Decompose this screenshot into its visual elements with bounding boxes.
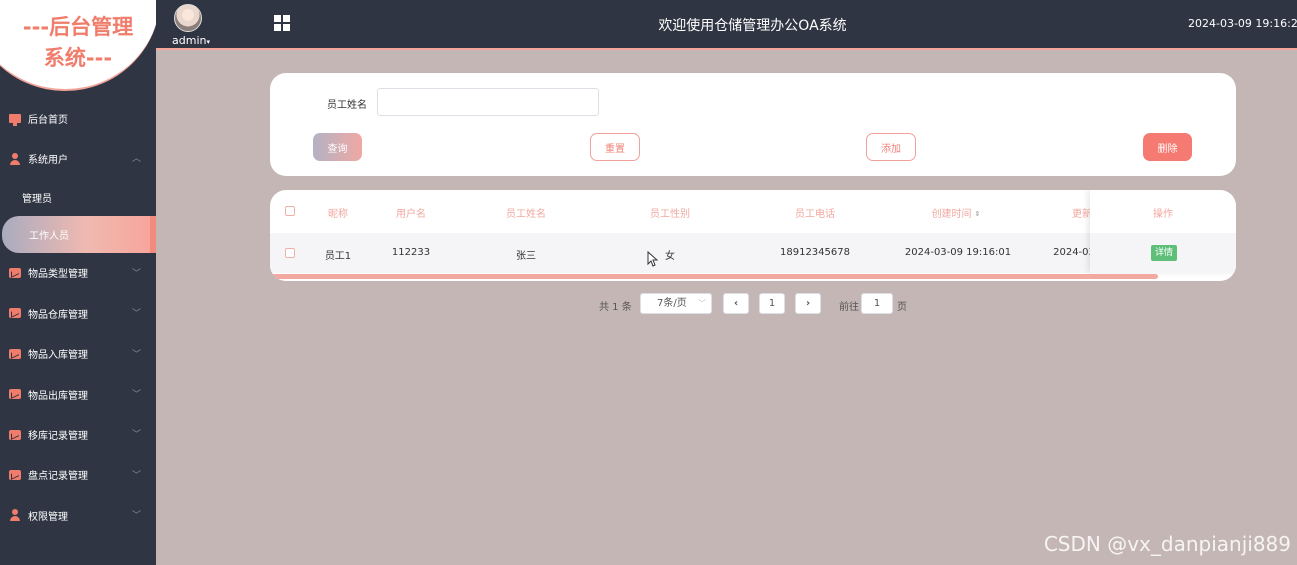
page-number[interactable]: 1	[759, 293, 785, 314]
pagination-total: 共 1 条	[599, 302, 632, 313]
column-header: 操作	[1153, 209, 1173, 220]
sidebar-menu: 后台首页 系统用户 ︿ 管理员 工作人员 物品类型管理 ﹀ 物品仓库管理 ﹀ 物…	[0, 98, 156, 536]
sidebar-item-home[interactable]: 后台首页	[0, 98, 156, 138]
top-header: admin▾ 欢迎使用仓储管理办公OA系统 2024-03-09 19:16:2…	[156, 0, 1297, 50]
chart-icon	[9, 469, 21, 480]
sidebar-subitem-label: 管理员	[22, 193, 52, 205]
cell-updated: 2024-03	[1053, 247, 1095, 258]
sidebar-item-system-users[interactable]: 系统用户 ︿	[0, 138, 156, 178]
chevron-up-icon: ︿	[131, 154, 141, 165]
add-button[interactable]: 添加	[866, 133, 916, 161]
actions-column: 操作 详情	[1090, 190, 1236, 273]
sidebar-subitem-staff[interactable]: 工作人员	[2, 215, 156, 253]
sidebar-item-transfers[interactable]: 移库记录管理 ﹀	[0, 414, 156, 454]
column-header: 更新	[1072, 209, 1092, 220]
column-header: 用户名	[396, 209, 426, 220]
chevron-right-icon: ›	[805, 298, 811, 309]
reset-button[interactable]: 重置	[590, 133, 640, 161]
sidebar-item-label: 后台首页	[28, 114, 68, 126]
chart-icon	[9, 348, 21, 359]
chevron-down-icon: ﹀	[131, 309, 141, 320]
user-icon	[9, 152, 21, 165]
chart-icon	[9, 308, 21, 319]
cell-name: 张三	[516, 251, 536, 262]
horizontal-scrollbar[interactable]	[270, 274, 1158, 279]
data-table: 昵称 用户名 员工姓名 员工性别 员工电话 创建时间 ⇕ 更新 员工1 11223…	[270, 190, 1236, 281]
chevron-left-icon: ‹	[733, 298, 739, 309]
chart-icon	[9, 267, 21, 278]
logo-text: ---后台管理 系统---	[0, 12, 156, 74]
sidebar-item-label: 盘点记录管理	[28, 471, 88, 483]
sidebar-item-label: 权限管理	[28, 511, 68, 523]
page-size-value: 7条/页	[657, 298, 687, 309]
chevron-down-icon: ﹀	[131, 470, 141, 481]
chevron-down-icon: ﹀	[131, 268, 141, 279]
caret-down-icon: ▾	[206, 38, 210, 46]
sidebar-item-label: 物品类型管理	[28, 269, 88, 281]
goto-label: 前往	[839, 302, 859, 313]
sidebar-item-permissions[interactable]: 权限管理 ﹀	[0, 495, 156, 535]
sidebar-item-inventory-checks[interactable]: 盘点记录管理 ﹀	[0, 455, 156, 495]
logo: ---后台管理 系统---	[0, 0, 156, 92]
chart-icon	[9, 389, 21, 400]
column-header-sortable[interactable]: 创建时间 ⇕	[932, 205, 981, 220]
sidebar: ---后台管理 系统--- 后台首页 系统用户 ︿ 管理员 工作人员 物品类型管…	[0, 0, 156, 565]
sidebar-item-outbound[interactable]: 物品出库管理 ﹀	[0, 374, 156, 414]
column-header: 员工姓名	[506, 209, 546, 220]
cell-nickname: 员工1	[324, 251, 352, 262]
chevron-down-icon: ﹀	[131, 511, 141, 522]
employee-name-input[interactable]	[377, 88, 599, 116]
sidebar-item-inbound[interactable]: 物品入库管理 ﹀	[0, 334, 156, 374]
prev-page-button[interactable]: ‹	[723, 293, 749, 314]
goto-page-input[interactable]: 1	[861, 293, 893, 314]
column-header: 昵称	[328, 209, 348, 220]
page-title: 欢迎使用仓储管理办公OA系统	[658, 18, 847, 34]
sidebar-subitem-label: 工作人员	[29, 230, 69, 242]
page-size-select[interactable]: 7条/页 ﹀	[640, 293, 712, 314]
column-header: 员工性别	[650, 209, 690, 220]
select-all-checkbox[interactable]	[285, 206, 295, 216]
column-header-label: 创建时间	[931, 209, 972, 220]
detail-button[interactable]: 详情	[1151, 245, 1178, 261]
sidebar-item-label: 物品出库管理	[28, 390, 88, 402]
cell-username: 112233	[391, 247, 431, 258]
sidebar-item-label: 物品入库管理	[28, 350, 88, 362]
datetime: 2024-03-09 19:16:26	[1188, 17, 1297, 30]
sidebar-item-label: 系统用户	[28, 155, 68, 167]
search-label: 员工姓名	[327, 100, 367, 111]
user-menu[interactable]: admin▾	[172, 34, 210, 47]
row-checkbox[interactable]	[285, 248, 295, 258]
user-icon	[9, 509, 21, 522]
username: admin	[172, 34, 207, 47]
logo-line-2: 系统---	[43, 46, 113, 70]
sidebar-item-label: 移库记录管理	[28, 431, 88, 443]
chevron-down-icon: ﹀	[698, 299, 706, 308]
search-panel: 员工姓名 查询 重置 添加 删除	[270, 73, 1236, 176]
chevron-down-icon: ﹀	[131, 389, 141, 400]
column-header: 员工电话	[795, 209, 835, 220]
cell-phone: 18912345678	[780, 247, 850, 258]
watermark: CSDN @vx_danpianji889	[1043, 532, 1291, 556]
sidebar-item-warehouses[interactable]: 物品仓库管理 ﹀	[0, 293, 156, 333]
monitor-icon	[9, 113, 21, 126]
chevron-down-icon: ﹀	[131, 349, 141, 360]
sidebar-subitem-admins[interactable]: 管理员	[0, 179, 156, 216]
sort-icon[interactable]: ⇕	[975, 210, 981, 218]
page-suffix: 页	[897, 302, 907, 313]
next-page-button[interactable]: ›	[795, 293, 821, 314]
cell-gender: 女	[665, 251, 675, 262]
chart-icon	[9, 429, 21, 440]
delete-button[interactable]: 删除	[1143, 133, 1192, 161]
sidebar-item-item-types[interactable]: 物品类型管理 ﹀	[0, 253, 156, 293]
logo-line-1: ---后台管理	[22, 15, 134, 39]
chevron-down-icon: ﹀	[131, 430, 141, 441]
sidebar-item-label: 物品仓库管理	[28, 309, 88, 321]
cell-created: 2024-03-09 19:16:01	[904, 247, 1012, 258]
query-button[interactable]: 查询	[313, 133, 362, 161]
